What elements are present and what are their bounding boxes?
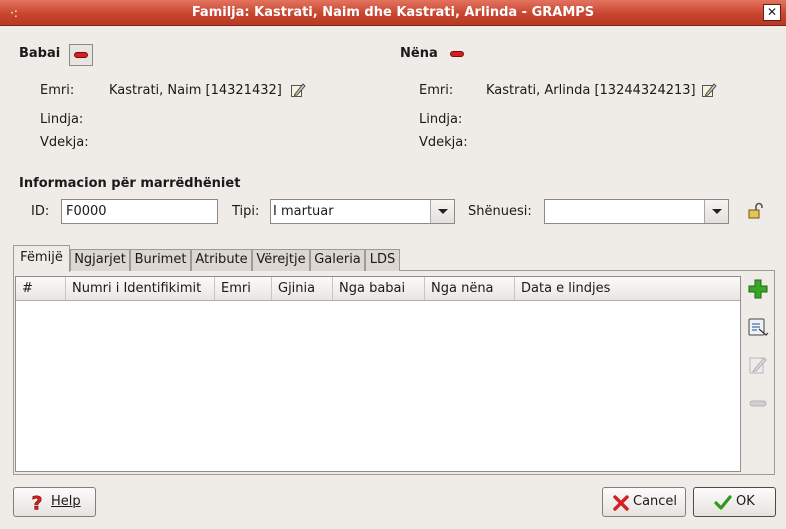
- check-icon: [714, 495, 732, 510]
- remove-child-icon: [749, 400, 767, 407]
- cancel-label: Cancel: [633, 494, 678, 509]
- add-child-icon[interactable]: [746, 277, 770, 301]
- close-icon[interactable]: ✕: [763, 4, 781, 21]
- type-value: I martuar: [273, 204, 334, 219]
- tab-notes[interactable]: Vërejtje: [252, 249, 310, 271]
- mother-name-value: Kastrati, Arlinda [13244324213]: [486, 83, 696, 98]
- id-input[interactable]: [61, 199, 218, 224]
- mother-name-label: Emri:: [419, 83, 454, 98]
- remove-father-button[interactable]: [69, 44, 93, 66]
- help-icon: ?: [31, 494, 43, 512]
- title-bar: ·: Familja: Kastrati, Naim dhe Kastrati,…: [0, 0, 786, 26]
- father-name-value: Kastrati, Naim [14321432]: [109, 83, 282, 98]
- type-label: Tipi:: [232, 204, 260, 219]
- children-list[interactable]: # Numri i Identifikimit Emri Gjinia Nga …: [15, 276, 741, 472]
- id-label: ID:: [31, 204, 50, 219]
- svg-text:?: ?: [31, 494, 42, 512]
- column-name[interactable]: Emri: [215, 277, 272, 300]
- column-gender[interactable]: Gjinia: [272, 277, 333, 300]
- share-child-icon[interactable]: [746, 315, 770, 339]
- tab-events[interactable]: Ngjarjet: [70, 249, 130, 271]
- remove-icon: [74, 52, 88, 58]
- tab-sources[interactable]: Burimet: [130, 249, 191, 271]
- help-label: Help: [51, 494, 81, 509]
- window-title: Familja: Kastrati, Naim dhe Kastrati, Ar…: [191, 5, 595, 20]
- children-list-header: # Numri i Identifikimit Emri Gjinia Nga …: [16, 277, 740, 301]
- cancel-button[interactable]: Cancel: [602, 487, 686, 517]
- remove-mother-button[interactable]: [446, 44, 470, 66]
- chevron-down-icon[interactable]: [704, 200, 728, 223]
- cancel-icon: [613, 495, 629, 511]
- ok-label: OK: [736, 494, 755, 509]
- column-id[interactable]: Numri i Identifikimit: [66, 277, 215, 300]
- column-birth-date[interactable]: Data e lindjes: [515, 277, 740, 300]
- father-death-label: Vdekja:: [40, 135, 89, 150]
- tab-lds[interactable]: LDS: [365, 249, 400, 271]
- lock-icon[interactable]: [746, 202, 766, 220]
- tab-attributes[interactable]: Atribute: [191, 249, 252, 271]
- father-name-label: Emri:: [40, 83, 75, 98]
- edit-father-icon[interactable]: [290, 82, 306, 98]
- marker-label: Shënuesi:: [468, 204, 532, 219]
- edit-mother-icon[interactable]: [701, 82, 717, 98]
- column-from-father[interactable]: Nga babai: [333, 277, 425, 300]
- tab-gallery[interactable]: Galeria: [310, 249, 365, 271]
- mother-birth-label: Lindja:: [419, 112, 463, 127]
- marker-combo[interactable]: [544, 199, 729, 224]
- column-number[interactable]: #: [16, 277, 66, 300]
- father-birth-label: Lindja:: [40, 112, 84, 127]
- tab-children[interactable]: Fëmijë: [13, 245, 70, 272]
- relationship-heading: Informacion për marrëdhëniet: [19, 176, 241, 191]
- remove-icon: [450, 51, 464, 57]
- mother-heading: Nëna: [400, 46, 438, 61]
- type-combo[interactable]: I martuar: [270, 199, 455, 224]
- edit-child-icon: [749, 357, 767, 374]
- father-heading: Babai: [19, 46, 61, 61]
- ok-button[interactable]: OK: [693, 487, 776, 517]
- mother-death-label: Vdekja:: [419, 135, 468, 150]
- column-from-mother[interactable]: Nga nëna: [425, 277, 515, 300]
- chevron-down-icon[interactable]: [430, 200, 454, 223]
- help-button[interactable]: ? Help: [13, 487, 96, 517]
